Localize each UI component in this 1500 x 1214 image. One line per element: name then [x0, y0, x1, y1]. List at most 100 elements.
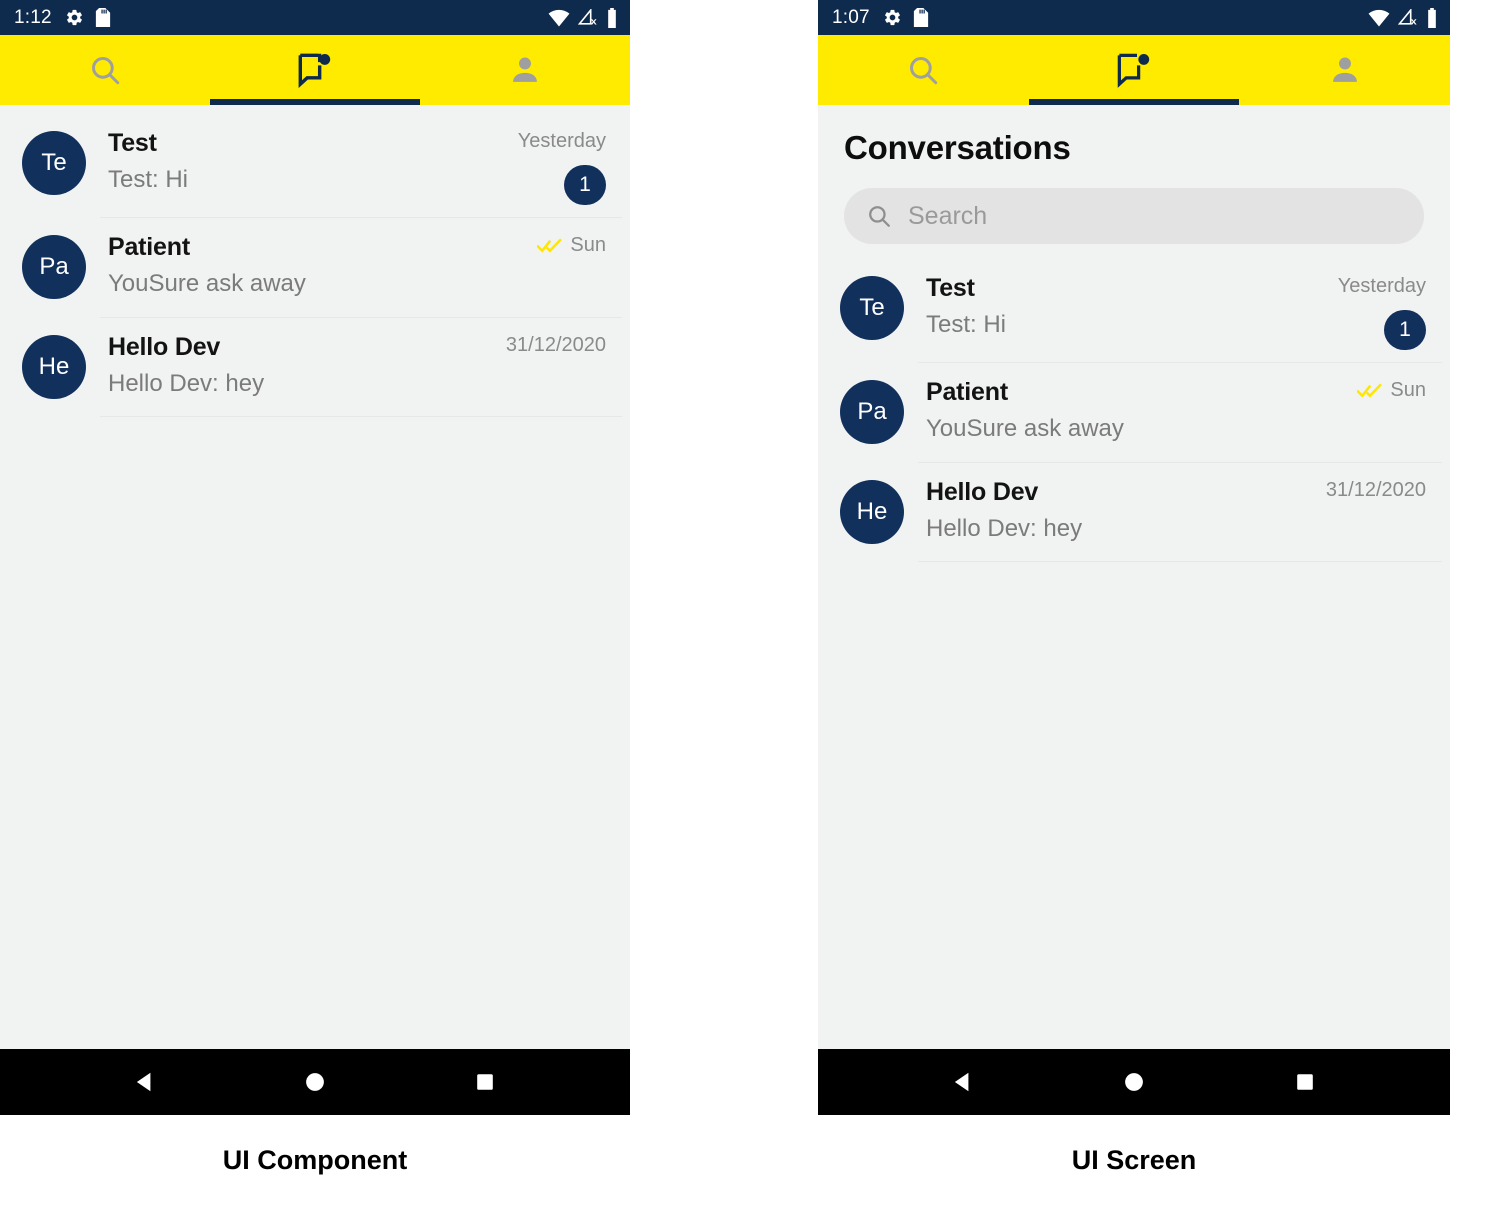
- conversation-text: Test Test: Hi: [904, 270, 1316, 340]
- avatar-initials: He: [38, 353, 70, 380]
- nav-home-button[interactable]: [275, 1049, 355, 1115]
- chat-bubble-badge-icon: [298, 53, 331, 88]
- nav-home-button[interactable]: [1094, 1049, 1174, 1115]
- gear-icon: [66, 9, 82, 26]
- nav-back-button[interactable]: [105, 1049, 185, 1115]
- android-navigation-bar: [818, 1049, 1450, 1115]
- status-bar-left-icons: [65, 8, 111, 27]
- status-bar-left-icons: [883, 8, 929, 27]
- conversation-list: Te Test Test: Hi Yesterday 1 Pa Patient …: [0, 113, 630, 417]
- avatar-initials: He: [856, 498, 888, 525]
- conversation-meta: Sun: [1316, 374, 1426, 400]
- conversation-meta: Yesterday 1: [1316, 270, 1426, 350]
- conversation-timestamp: 31/12/2020: [1325, 479, 1426, 501]
- double-check-read-icon: [537, 237, 563, 253]
- conversation-text: Hello Dev Hello Dev: hey: [86, 329, 496, 399]
- conversation-snippet: Test: Hi: [926, 311, 1007, 339]
- avatar-initials: Te: [859, 294, 885, 321]
- conversation-snippet: Hello Dev: hey: [108, 370, 265, 398]
- status-bar-clock: 1:07: [832, 7, 870, 28]
- wifi-icon: [548, 9, 570, 27]
- conversation-row[interactable]: Te Test Test: Hi Yesterday 1: [0, 113, 630, 217]
- nav-recents-button[interactable]: [1265, 1049, 1345, 1115]
- cellular-off-icon: [578, 8, 597, 25]
- sd-card-icon: [913, 8, 928, 27]
- conversation-name: Hello Dev: [108, 333, 221, 361]
- conversation-timestamp: Yesterday: [517, 130, 606, 152]
- status-bar-right-icons: [548, 7, 618, 28]
- android-status-bar: 1:12: [0, 0, 630, 35]
- wifi-icon: [1368, 9, 1390, 27]
- conversation-meta-top: Sun: [537, 235, 606, 255]
- screen-content: Te Test Test: Hi Yesterday 1 Pa Patient …: [0, 105, 630, 1049]
- search-container: Search: [818, 167, 1450, 244]
- gear-icon: [884, 9, 900, 26]
- conversation-row[interactable]: Te Test Test: Hi Yesterday 1: [818, 258, 1450, 362]
- conversation-meta: 31/12/2020: [496, 329, 606, 355]
- search-icon: [92, 57, 120, 85]
- tab-profile[interactable]: [1239, 35, 1450, 105]
- avatar: Te: [840, 276, 904, 340]
- avatar: Pa: [840, 380, 904, 444]
- status-bar-right-icons: [1368, 7, 1438, 28]
- tab-search[interactable]: [818, 35, 1029, 105]
- nav-recents-button[interactable]: [445, 1049, 525, 1115]
- person-icon: [1332, 57, 1357, 82]
- search-icon: [910, 57, 938, 85]
- page-title: Conversations: [844, 129, 1071, 166]
- double-check-read-icon: [1357, 382, 1383, 398]
- conversation-meta: Yesterday 1: [496, 125, 606, 205]
- tab-profile[interactable]: [420, 35, 630, 105]
- conversation-meta: Sun: [496, 229, 606, 255]
- conversation-name: Test: [926, 274, 975, 302]
- conversation-name: Test: [108, 129, 157, 157]
- back-triangle-icon: [955, 1072, 969, 1092]
- conversation-meta-top: 31/12/2020: [1326, 480, 1426, 500]
- conversation-name: Patient: [926, 378, 1008, 406]
- conversation-meta-top: Yesterday: [1338, 276, 1426, 296]
- top-tab-bar: [818, 35, 1450, 105]
- conversation-snippet: YouSure ask away: [108, 270, 306, 298]
- nav-back-button[interactable]: [923, 1049, 1003, 1115]
- conversation-row[interactable]: He Hello Dev Hello Dev: hey 31/12/2020: [0, 317, 630, 417]
- conversation-meta-top: Yesterday: [518, 131, 606, 151]
- conversation-timestamp: 31/12/2020: [505, 334, 606, 356]
- back-triangle-icon: [136, 1072, 151, 1092]
- conversation-text: Patient YouSure ask away: [904, 374, 1316, 444]
- conversation-snippet: Test: Hi: [108, 166, 189, 194]
- android-status-bar: 1:07: [818, 0, 1450, 35]
- battery-icon: [1428, 7, 1436, 28]
- sd-card-icon: [95, 8, 110, 27]
- conversation-meta-top: Sun: [1357, 380, 1426, 400]
- caption-ui-screen: UI Screen: [1071, 1145, 1197, 1175]
- unread-badge: 1: [564, 165, 606, 205]
- avatar: Pa: [22, 235, 86, 299]
- search-input[interactable]: Search: [844, 188, 1424, 244]
- top-tab-bar: [0, 35, 630, 105]
- conversation-snippet: YouSure ask away: [926, 415, 1124, 443]
- avatar: He: [840, 480, 904, 544]
- chat-bubble-badge-icon: [1117, 53, 1150, 88]
- home-circle-icon: [306, 1073, 324, 1091]
- search-placeholder: Search: [908, 201, 988, 230]
- conversation-row[interactable]: He Hello Dev Hello Dev: hey 31/12/2020: [818, 462, 1450, 562]
- conversation-name: Hello Dev: [926, 478, 1039, 506]
- phone-frame-ui-component: 1:12 Te Test Test: Hi Yesterday 1 Pa Pat…: [0, 0, 630, 1115]
- person-icon: [513, 57, 537, 82]
- conversation-timestamp: Sun: [570, 234, 606, 256]
- tab-search[interactable]: [0, 35, 210, 105]
- tab-conversations[interactable]: [210, 35, 420, 105]
- comparison-stage: 1:12 Te Test Test: Hi Yesterday 1 Pa Pat…: [0, 0, 1500, 1214]
- avatar-initials: Te: [41, 149, 67, 176]
- conversation-timestamp: Sun: [1390, 379, 1426, 401]
- search-icon: [869, 206, 890, 227]
- avatar: He: [22, 335, 86, 399]
- conversation-row[interactable]: Pa Patient YouSure ask away Sun: [0, 217, 630, 317]
- conversation-list: Te Test Test: Hi Yesterday 1 Pa Patient …: [818, 258, 1450, 562]
- avatar: Te: [22, 131, 86, 195]
- avatar-initials: Pa: [39, 253, 69, 280]
- conversation-meta-top: 31/12/2020: [506, 335, 606, 355]
- conversation-row[interactable]: Pa Patient YouSure ask away Sun: [818, 362, 1450, 462]
- conversation-text: Patient YouSure ask away: [86, 229, 496, 299]
- tab-conversations[interactable]: [1029, 35, 1240, 105]
